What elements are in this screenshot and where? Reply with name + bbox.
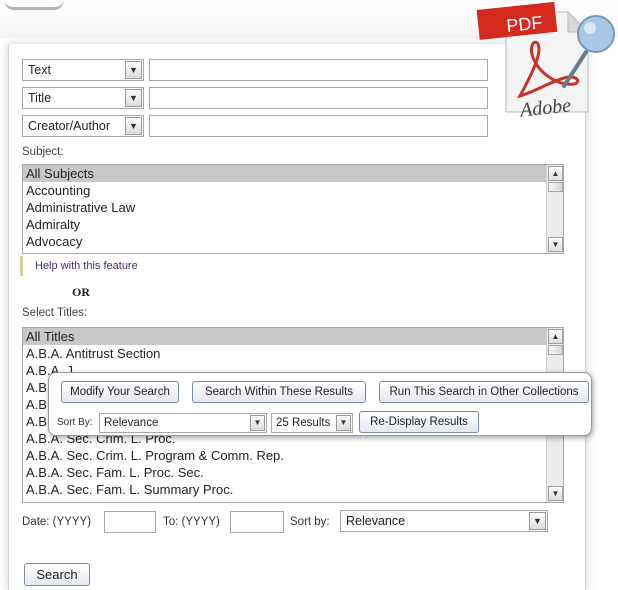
scroll-down-icon[interactable]: ▼ <box>548 486 563 501</box>
list-item[interactable]: Accounting <box>23 182 563 199</box>
scroll-down-icon[interactable]: ▼ <box>548 237 563 252</box>
list-item[interactable]: Advocacy <box>23 233 563 250</box>
field-input-3[interactable] <box>149 115 488 137</box>
scroll-up-icon[interactable]: ▲ <box>548 166 563 181</box>
subject-listbox[interactable]: All Subjects Accounting Administrative L… <box>22 164 564 254</box>
field-input-2[interactable] <box>149 87 488 109</box>
list-item[interactable]: A.B.A. Antitrust Section <box>23 345 563 362</box>
field-input-1[interactable] <box>149 59 488 81</box>
popup-sort-value: Relevance <box>104 417 159 429</box>
scroll-thumb[interactable] <box>548 345 563 355</box>
chevron-down-icon: ▼ <box>529 512 546 530</box>
list-item[interactable]: All Titles <box>23 328 563 345</box>
results-per-page-value: 25 Results <box>276 417 331 429</box>
pdf-badge-text: PDF <box>505 12 543 36</box>
list-item[interactable]: Admiralty <box>23 216 563 233</box>
adobe-brand-text: Adobe <box>517 94 572 121</box>
field-select-1[interactable]: Text ▼ <box>22 59 144 81</box>
results-per-page-select[interactable]: 25 Results ▼ <box>271 413 353 433</box>
field-select-3-value: Creator/Author <box>28 119 110 133</box>
search-button[interactable]: Search <box>24 563 90 586</box>
sort-by-label: Sort by: <box>290 516 330 528</box>
date-to-label: To: (YYYY) <box>163 516 220 528</box>
list-item[interactable]: A.B.A. Sec. Fam. L. Summary Proc. <box>23 481 563 498</box>
top-edge-fragment <box>4 0 64 10</box>
subject-label: Subject: <box>22 146 64 158</box>
list-item[interactable]: All Subjects <box>23 165 563 182</box>
chevron-down-icon: ▼ <box>250 415 265 431</box>
redisplay-results-button[interactable]: Re-Display Results <box>359 411 479 433</box>
help-link[interactable]: Help with this feature <box>20 256 220 276</box>
run-in-other-collections-button[interactable]: Run This Search in Other Collections <box>379 381 589 403</box>
results-options-popup: Modify Your Search Search Within These R… <box>48 372 592 436</box>
popup-sort-select[interactable]: Relevance ▼ <box>99 413 267 433</box>
sort-by-value: Relevance <box>346 514 406 528</box>
chevron-down-icon: ▼ <box>336 415 351 431</box>
chevron-down-icon: ▼ <box>125 89 142 107</box>
date-from-label: Date: (YYYY) <box>22 516 92 528</box>
list-item[interactable]: A.B.A. Sec. Fam. L. Proc. Sec. <box>23 464 563 481</box>
popup-sort-by-label: Sort By: <box>57 417 93 428</box>
sort-by-select[interactable]: Relevance ▼ <box>340 510 548 532</box>
magnifier-lens <box>577 15 615 53</box>
subject-scrollbar[interactable]: ▲ ▼ <box>546 165 563 253</box>
titles-label: Select Titles: <box>22 307 88 319</box>
field-select-2-value: Title <box>28 91 52 105</box>
pdf-magnifier-icon: PDF Adobe <box>476 1 615 122</box>
chevron-down-icon: ▼ <box>125 61 142 79</box>
list-item[interactable]: Administrative Law <box>23 199 563 216</box>
scroll-thumb[interactable] <box>548 182 563 192</box>
field-select-3[interactable]: Creator/Author ▼ <box>22 115 144 137</box>
magnifier-highlight <box>584 22 596 34</box>
scroll-up-icon[interactable]: ▲ <box>548 329 563 344</box>
list-item[interactable]: A.B.A. Sec. Crim. L. Program & Comm. Rep… <box>23 447 563 464</box>
date-to-input[interactable] <box>230 511 284 533</box>
modify-search-button[interactable]: Modify Your Search <box>61 381 179 403</box>
search-within-results-button[interactable]: Search Within These Results <box>192 381 366 403</box>
field-select-1-value: Text <box>28 63 51 77</box>
date-from-input[interactable] <box>104 511 156 533</box>
field-select-2[interactable]: Title ▼ <box>22 87 144 109</box>
or-label: OR <box>72 285 90 299</box>
chevron-down-icon: ▼ <box>125 117 142 135</box>
